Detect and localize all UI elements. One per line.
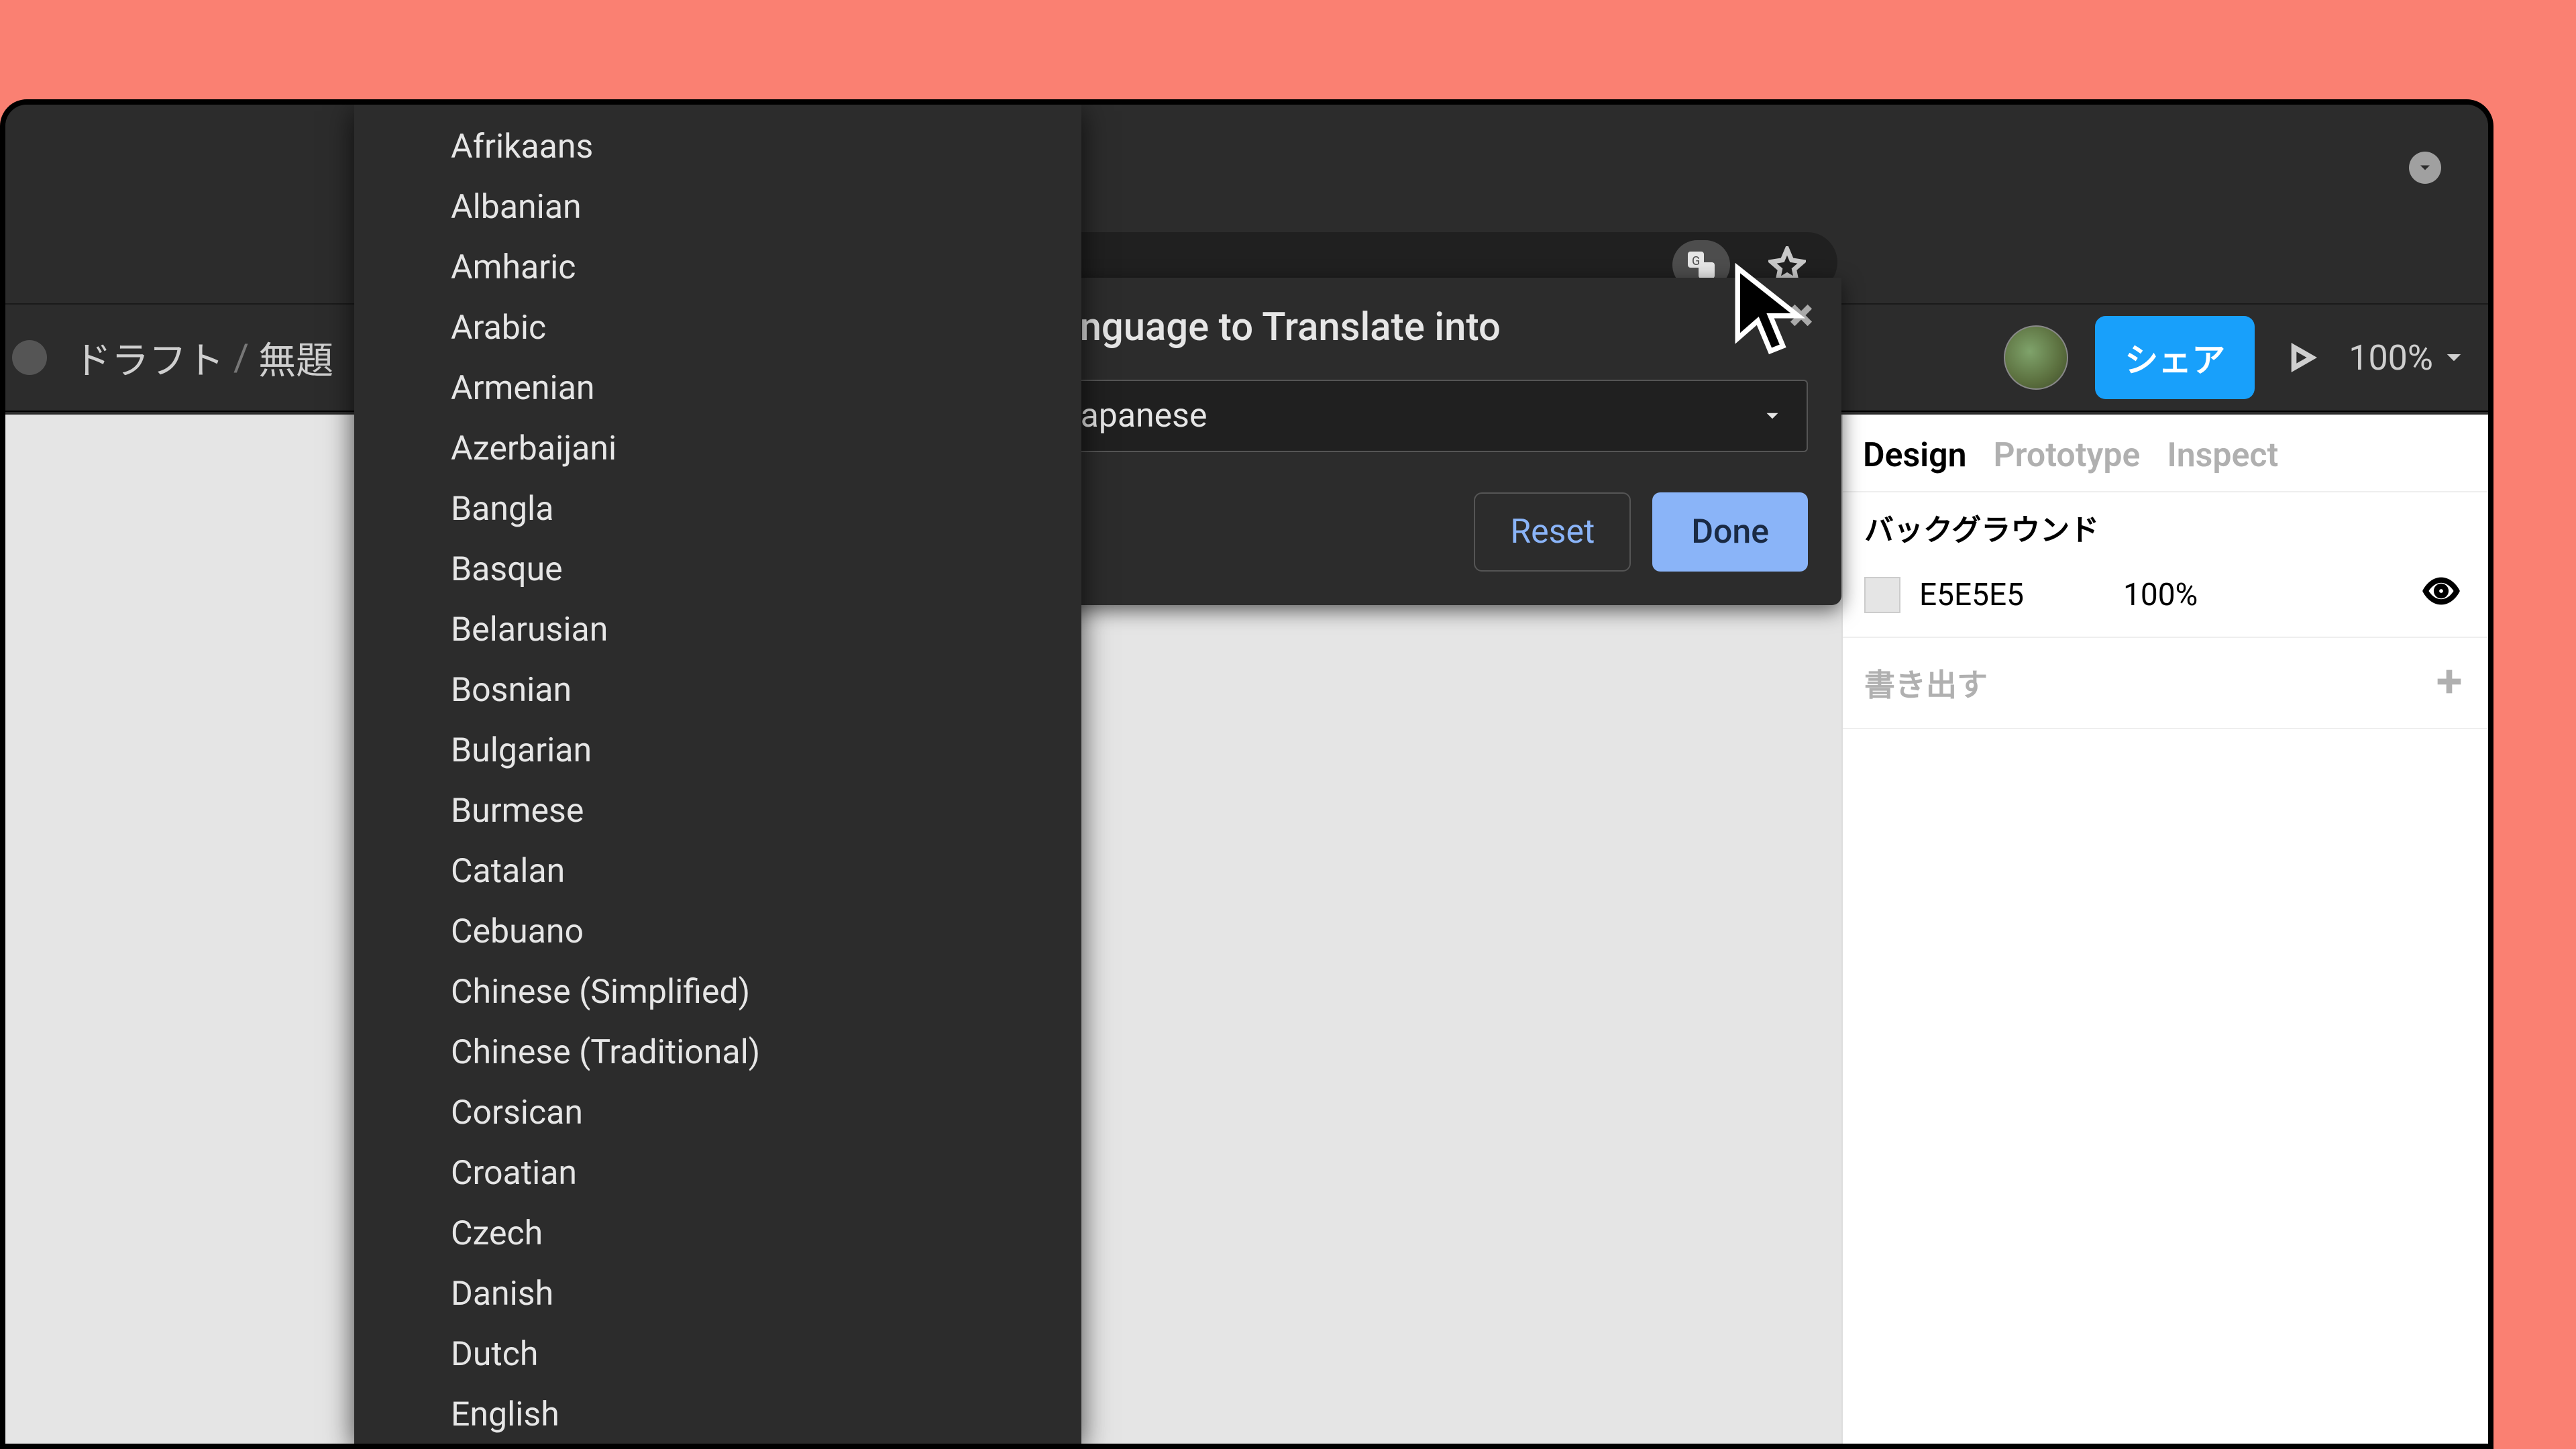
- language-option[interactable]: Chinese (Traditional): [354, 1022, 1081, 1083]
- language-option[interactable]: Albanian: [354, 177, 1081, 237]
- zoom-dropdown[interactable]: 100%: [2349, 337, 2465, 378]
- background-fill-row: E5E5E5 100%: [1864, 572, 2467, 618]
- language-option[interactable]: English: [354, 1385, 1081, 1444]
- close-button[interactable]: [1784, 298, 1819, 333]
- breadcrumb-drafts[interactable]: ドラフト: [74, 331, 224, 385]
- language-option[interactable]: Bosnian: [354, 660, 1081, 720]
- language-option[interactable]: Basque: [354, 539, 1081, 600]
- export-label: 書き出す: [1864, 661, 1988, 705]
- language-option[interactable]: Arabic: [354, 298, 1081, 358]
- language-dropdown-list[interactable]: AfrikaansAlbanianAmharicArabicArmenianAz…: [354, 105, 1081, 1444]
- reset-button[interactable]: Reset: [1474, 492, 1631, 572]
- caret-down-icon: [1761, 405, 1784, 427]
- language-option[interactable]: Bulgarian: [354, 720, 1081, 781]
- language-option[interactable]: Corsican: [354, 1083, 1081, 1143]
- translate-icon: G: [1685, 249, 1717, 281]
- svg-text:G: G: [1692, 254, 1700, 268]
- language-option[interactable]: Belarusian: [354, 600, 1081, 660]
- breadcrumb-file[interactable]: 無題: [258, 331, 333, 385]
- language-option[interactable]: Cebuano: [354, 902, 1081, 962]
- background-opacity[interactable]: 100%: [2123, 577, 2198, 613]
- add-export-button[interactable]: [2432, 664, 2467, 702]
- chevron-down-icon: [2443, 346, 2465, 369]
- done-button[interactable]: Done: [1652, 492, 1808, 572]
- toolbar-right-cluster: シェア 100%: [2004, 305, 2465, 411]
- selected-language: Japanese: [1062, 396, 1208, 435]
- language-option[interactable]: Danish: [354, 1264, 1081, 1324]
- breadcrumb-separator: /: [233, 335, 249, 380]
- language-option[interactable]: Chinese (Simplified): [354, 962, 1081, 1022]
- language-select[interactable]: Japanese: [1038, 380, 1808, 452]
- profile-menu-button[interactable]: [2409, 152, 2441, 184]
- language-option[interactable]: Bangla: [354, 479, 1081, 539]
- language-option[interactable]: Burmese: [354, 781, 1081, 841]
- language-option[interactable]: Armenian: [354, 358, 1081, 419]
- figma-logo-icon[interactable]: [12, 340, 47, 375]
- breadcrumb: ドラフト / 無題: [74, 331, 333, 385]
- eye-icon: [2422, 572, 2460, 610]
- language-option[interactable]: Dutch: [354, 1324, 1081, 1385]
- popover-title: Language to Translate into: [1038, 305, 1808, 350]
- language-option[interactable]: Czech: [354, 1203, 1081, 1264]
- language-option[interactable]: Croatian: [354, 1143, 1081, 1203]
- tab-prototype[interactable]: Prototype: [1994, 436, 2163, 475]
- panel-tabs: Design Prototype Inspect: [1843, 415, 2488, 492]
- avatar[interactable]: [2004, 325, 2068, 390]
- color-swatch[interactable]: [1864, 577, 1900, 613]
- plus-icon: [2432, 664, 2467, 699]
- tab-inspect[interactable]: Inspect: [2167, 436, 2301, 475]
- language-option[interactable]: Azerbaijani: [354, 419, 1081, 479]
- popover-actions: Reset Done: [1038, 492, 1808, 572]
- background-label: バックグラウンド: [1864, 511, 2106, 549]
- play-icon: [2286, 342, 2317, 373]
- zoom-value: 100%: [2349, 337, 2433, 378]
- caret-down-icon: [2416, 158, 2434, 177]
- visibility-toggle[interactable]: [2422, 572, 2460, 618]
- tab-design[interactable]: Design: [1863, 436, 1990, 475]
- design-panel: Design Prototype Inspect バックグラウンド E5E5E5…: [1841, 415, 2488, 1444]
- present-button[interactable]: [2282, 337, 2322, 378]
- background-section: バックグラウンド E5E5E5 100%: [1843, 492, 2488, 638]
- app-window: G ドラフト / 無題 シェア 100% De: [0, 99, 2493, 1449]
- background-hex[interactable]: E5E5E5: [1919, 577, 2024, 613]
- language-option[interactable]: Catalan: [354, 841, 1081, 902]
- close-icon: [1786, 301, 1816, 330]
- export-section: 書き出す: [1843, 638, 2488, 729]
- language-option[interactable]: Amharic: [354, 237, 1081, 298]
- language-option[interactable]: Afrikaans: [354, 117, 1081, 177]
- share-button[interactable]: シェア: [2095, 316, 2255, 399]
- translate-popover: Language to Translate into Japanese Rese…: [1004, 278, 1841, 605]
